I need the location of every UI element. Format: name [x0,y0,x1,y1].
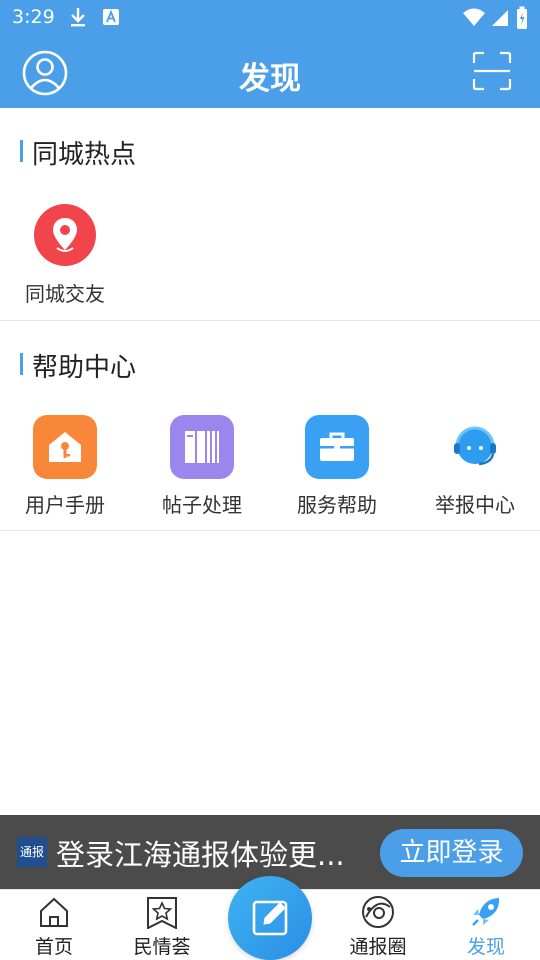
page-title: 发现 [239,61,301,97]
section-title: 帮助中心 [20,347,136,384]
grid-item-label: 用户手册 [25,493,105,517]
login-prompt-text: 登录江海通报体验更... [56,838,345,872]
grid-item-label: 帖子处理 [162,493,242,517]
grid-item-report-center[interactable]: 举报中心 [410,415,540,518]
home-icon [40,897,68,927]
edit-icon [252,900,288,936]
rocket-icon [472,898,500,926]
status-time: 3:29 [12,6,55,28]
star-bookmark-icon [147,897,177,929]
battery-icon [517,6,527,29]
section-help-center: 帮助中心 用户手册 帖子处理 服务帮助 举报中心 [0,321,540,530]
section-title: 同城热点 [20,134,136,171]
tab-label: 发现 [466,936,505,958]
app-bar: 发现 [0,36,540,108]
tab-discover[interactable]: 发现 [436,890,536,960]
grid-item-city-dating[interactable]: 同城交友 [0,204,130,307]
grid-item-post-handling[interactable]: 帖子处理 [137,415,267,518]
tab-public-sentiment[interactable]: 民情荟 [112,890,212,960]
grid-item-service-help[interactable]: 服务帮助 [272,415,402,518]
login-now-button[interactable]: 立即登录 [380,829,523,877]
grid-item-label: 同城交友 [25,282,105,306]
download-icon [71,8,85,27]
tab-circle[interactable]: 通报圈 [328,890,428,960]
briefcase-icon [305,415,369,479]
wifi-icon [463,8,485,26]
signal-icon [492,10,508,26]
grid-item-label: 举报中心 [435,493,515,517]
app-logo: 通报 [17,837,47,867]
tab-label: 首页 [34,936,73,958]
headset-icon [443,415,507,479]
status-bar: 3:29 [0,0,540,36]
orbit-icon [362,896,394,928]
tab-home[interactable]: 首页 [4,890,104,960]
tab-label: 民情荟 [133,936,191,958]
divider [0,530,540,531]
grid-item-label: 服务帮助 [297,493,377,517]
books-icon [170,415,234,479]
compose-post-button[interactable] [228,876,312,960]
font-icon [103,9,119,25]
location-pin-icon [34,204,96,266]
scan-icon[interactable] [472,51,512,91]
home-key-icon [33,415,97,479]
grid-item-user-manual[interactable]: 用户手册 [0,415,130,518]
tab-label: 通报圈 [349,936,407,958]
section-city-hotspots: 同城热点 同城交友 [0,108,540,320]
